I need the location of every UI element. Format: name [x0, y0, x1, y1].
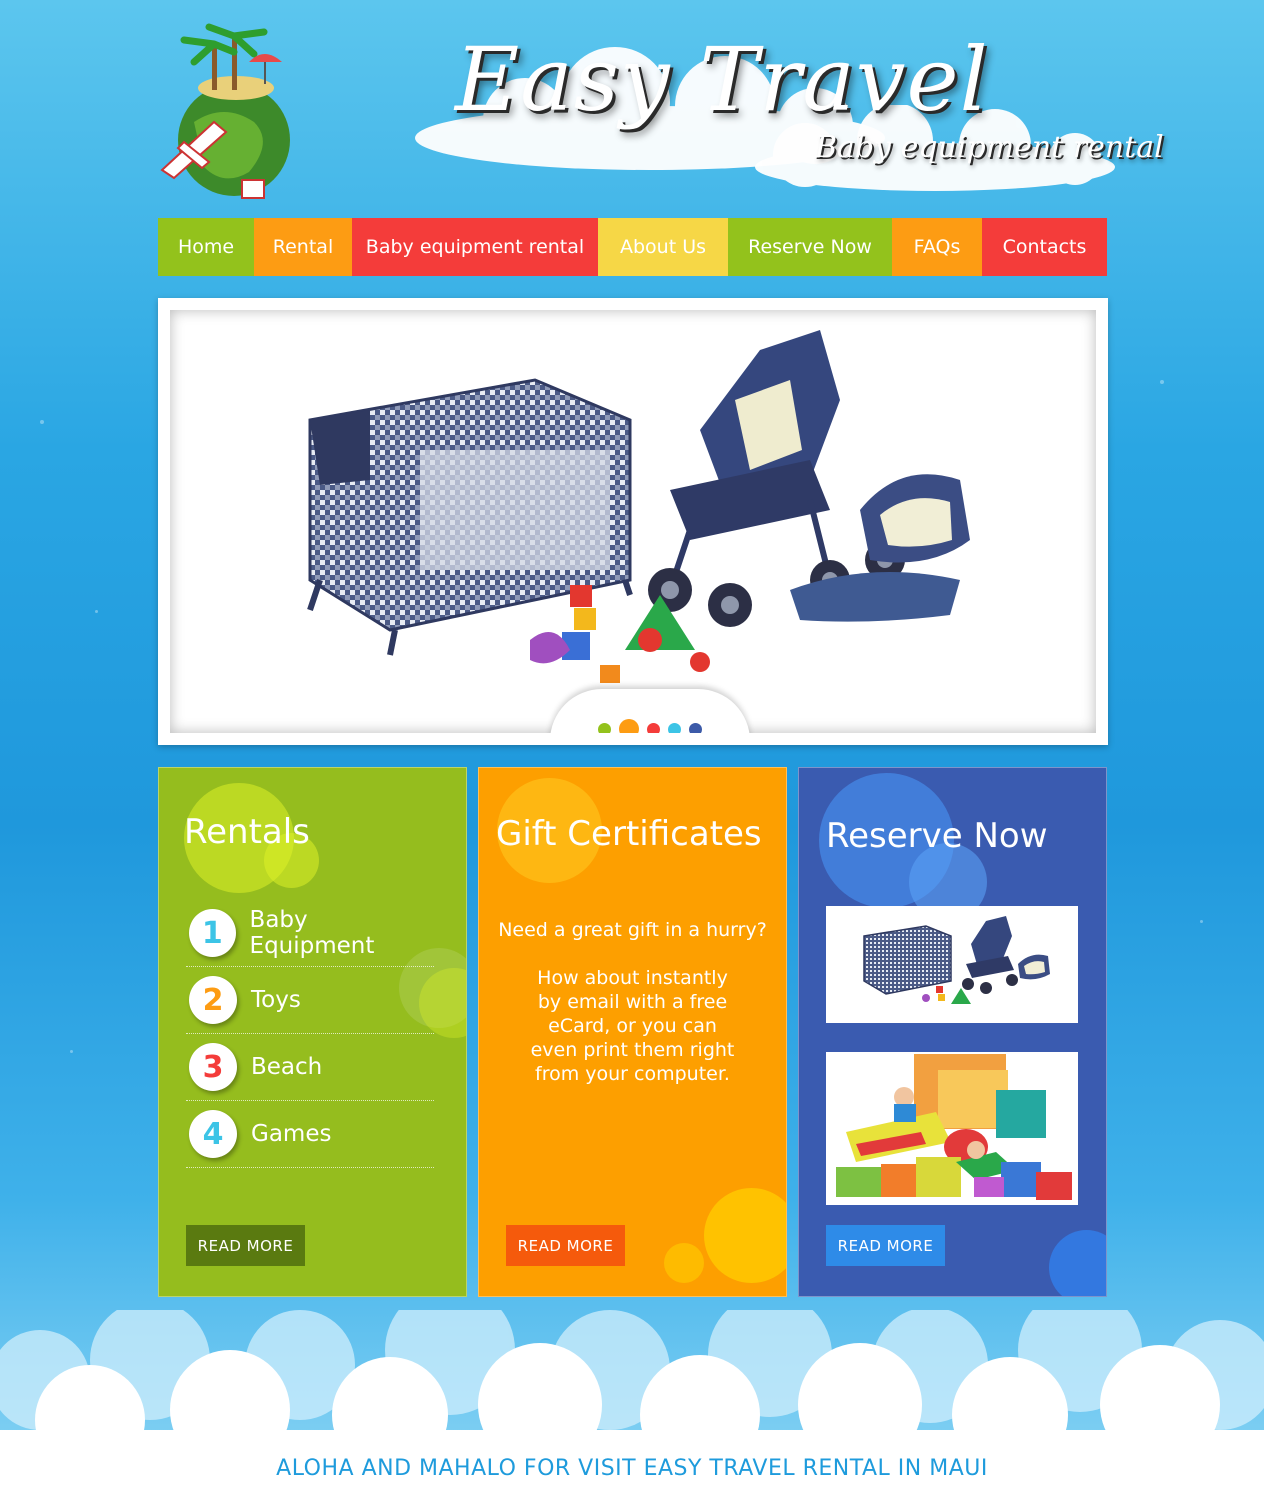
gift-read-more-button[interactable]: READ MORE: [506, 1225, 625, 1266]
list-item[interactable]: 4 Games: [186, 1101, 434, 1168]
nav-baby-equipment-rental[interactable]: Baby equipment rental: [352, 218, 598, 276]
slider-dot-3[interactable]: [647, 722, 660, 733]
equipment-thumbnail-image: [863, 916, 1050, 1004]
decor-bubble: [704, 1188, 786, 1283]
equipment-thumbnail[interactable]: [826, 906, 1078, 1023]
gift-line-1: Need a great gift in a hurry?: [498, 919, 767, 941]
slider-dots: [598, 719, 702, 733]
gift-description: Need a great gift in a hurry? How about …: [489, 918, 776, 1110]
slider-dot-2[interactable]: [619, 719, 639, 733]
globe-logo-icon: [160, 23, 290, 199]
number-badge: 3: [189, 1043, 237, 1091]
number-badge: 4: [189, 1110, 237, 1158]
nav-reserve-now[interactable]: Reserve Now: [728, 218, 892, 276]
slider-dot-5[interactable]: [689, 722, 702, 733]
rentals-title: Rentals: [184, 812, 310, 852]
sparkle: [40, 420, 44, 424]
gift-line-2: How about instantly by email with a free…: [530, 967, 735, 1085]
slider-dot-4[interactable]: [668, 722, 681, 733]
list-item[interactable]: 3 Beach: [186, 1034, 434, 1101]
site-header: Easy Travel Baby equipment rental: [150, 10, 1164, 200]
nav-faqs[interactable]: FAQs: [892, 218, 982, 276]
nav-rental[interactable]: Rental: [254, 218, 352, 276]
list-item-label: Games: [251, 1121, 332, 1147]
footer-message: ALOHA AND MAHALO FOR VISIT EASY TRAVEL R…: [276, 1456, 988, 1481]
reserve-title: Reserve Now: [826, 816, 1048, 856]
baby-equipment-image: [307, 330, 970, 683]
nav-about-us[interactable]: About Us: [598, 218, 728, 276]
reserve-now-card: Reserve Now READ MORE: [798, 767, 1107, 1297]
list-item[interactable]: 1 Baby Equipment: [186, 900, 434, 967]
reserve-read-more-button[interactable]: READ MORE: [826, 1225, 945, 1266]
slider-dot-1[interactable]: [598, 722, 611, 733]
list-item-label: Toys: [251, 987, 301, 1013]
rentals-read-more-button[interactable]: READ MORE: [186, 1225, 305, 1266]
sparkle: [95, 610, 98, 613]
sparkle: [70, 1050, 73, 1053]
toys-thumbnail[interactable]: [826, 1052, 1078, 1205]
rentals-card: Rentals 1 Baby Equipment 2 Toys 3 Beach …: [158, 767, 467, 1297]
site-title[interactable]: Easy Travel: [455, 28, 989, 131]
soft-blocks-thumbnail-image: [836, 1054, 1072, 1200]
nav-home[interactable]: Home: [158, 218, 254, 276]
number-badge: 1: [189, 909, 236, 957]
main-nav: Home Rental Baby equipment rental About …: [158, 218, 1107, 276]
nav-contacts[interactable]: Contacts: [982, 218, 1107, 276]
gift-title: Gift Certificates: [496, 814, 762, 854]
decor-bubble: [1049, 1230, 1106, 1296]
sparkle: [1160, 380, 1164, 384]
gift-certificates-card: Gift Certificates Need a great gift in a…: [478, 767, 787, 1297]
image-slider: [158, 298, 1108, 745]
rentals-list: 1 Baby Equipment 2 Toys 3 Beach 4 Games: [186, 900, 434, 1168]
list-item-label: Baby Equipment: [249, 907, 375, 959]
site-subtitle: Baby equipment rental: [815, 130, 1164, 165]
decor-bubble: [664, 1243, 704, 1283]
list-item[interactable]: 2 Toys: [186, 967, 434, 1034]
sparkle: [1200, 920, 1203, 923]
number-badge: 2: [189, 976, 237, 1024]
list-item-label: Beach: [251, 1054, 323, 1080]
slider-frame: [170, 310, 1096, 733]
